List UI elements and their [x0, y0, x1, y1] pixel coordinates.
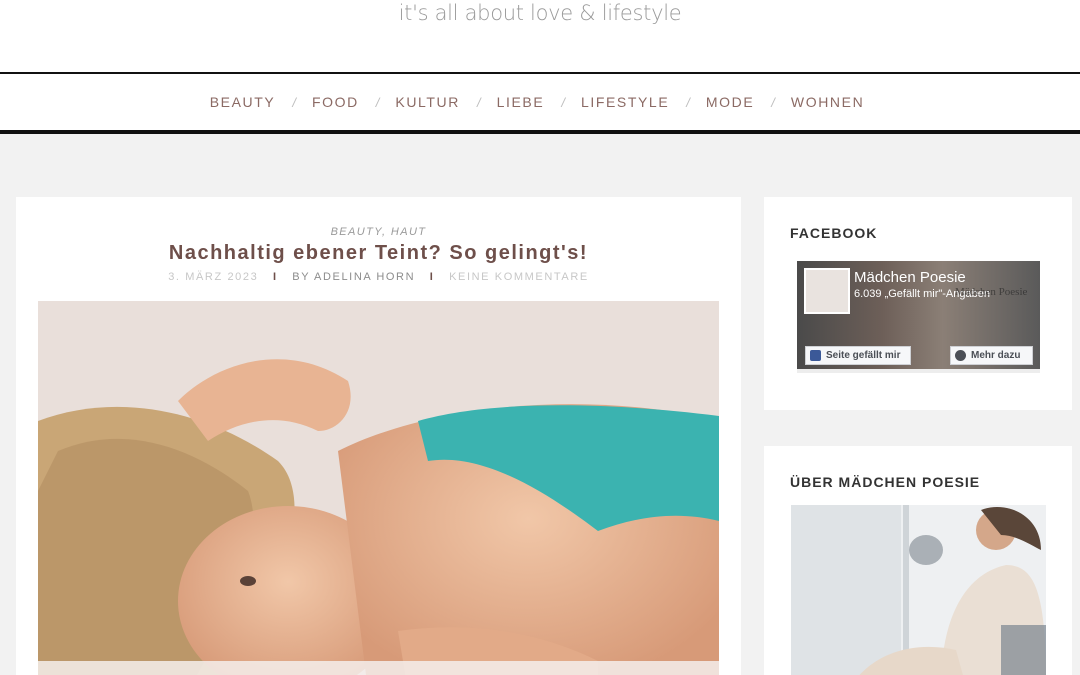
meta-separator: I: [429, 271, 435, 283]
facebook-more-label: Mehr dazu: [971, 350, 1021, 361]
facebook-cover-text: Mädchen Poesie: [955, 286, 1028, 298]
post-title[interactable]: Nachhaltig ebener Teint? So gelingt's!: [16, 242, 741, 265]
post-author[interactable]: BY ADELINA HORN: [292, 271, 415, 283]
post-meta: 3. MÄRZ 2023 I BY ADELINA HORN I KEINE K…: [16, 271, 741, 283]
post-categories[interactable]: BEAUTY, HAUT: [16, 226, 741, 238]
post-comments-link[interactable]: KEINE KOMMENTARE: [449, 271, 589, 283]
nav-item-mode[interactable]: MODE: [706, 94, 754, 110]
about-widget: ÜBER MÄDCHEN POESIE: [764, 446, 1072, 675]
hero-illustration: [38, 301, 719, 675]
nav-list: BEAUTY / FOOD / KULTUR / LIEBE / LIFESTY…: [0, 74, 1080, 130]
nav-separator: /: [292, 94, 296, 110]
facebook-like-button[interactable]: Seite gefällt mir: [805, 346, 911, 365]
about-image: [791, 505, 1046, 675]
facebook-like-label: Seite gefällt mir: [826, 350, 901, 361]
facebook-more-button[interactable]: Mehr dazu: [950, 346, 1033, 365]
post-date: 3. MÄRZ 2023: [168, 271, 259, 283]
post-card: BEAUTY, HAUT Nachhaltig ebener Teint? So…: [16, 197, 741, 675]
nav-separator: /: [476, 94, 481, 110]
facebook-widget-title: FACEBOOK: [790, 225, 878, 241]
nav-item-wohnen[interactable]: WOHNEN: [791, 94, 864, 110]
nav-item-kultur[interactable]: KULTUR: [395, 94, 460, 110]
nav-item-lifestyle[interactable]: LIFESTYLE: [581, 94, 669, 110]
facebook-widget: FACEBOOK Mädchen Poesie 6.039 „Gefällt m…: [764, 197, 1072, 410]
site-header: it's all about love & lifestyle: [0, 0, 1080, 72]
facebook-page-name[interactable]: Mädchen Poesie: [854, 269, 966, 286]
facebook-f-icon: [810, 350, 821, 361]
meta-separator: I: [272, 271, 278, 283]
facebook-page-avatar[interactable]: [804, 268, 850, 314]
info-icon: [955, 350, 966, 361]
nav-separator: /: [686, 94, 690, 110]
about-illustration: [791, 505, 1046, 675]
post-hero-image[interactable]: [38, 301, 719, 675]
main-navigation: BEAUTY / FOOD / KULTUR / LIEBE / LIFESTY…: [0, 72, 1080, 134]
site-tagline: it's all about love & lifestyle: [398, 1, 682, 25]
nav-item-liebe[interactable]: LIEBE: [497, 94, 545, 110]
facebook-page-plugin[interactable]: Mädchen Poesie 6.039 „Gefällt mir"-Angab…: [797, 261, 1040, 373]
nav-separator: /: [561, 94, 565, 110]
nav-separator: /: [375, 94, 380, 110]
nav-separator: /: [771, 94, 775, 110]
nav-item-beauty[interactable]: BEAUTY: [210, 94, 276, 110]
about-widget-title: ÜBER MÄDCHEN POESIE: [790, 474, 981, 490]
nav-item-food[interactable]: FOOD: [312, 94, 359, 110]
